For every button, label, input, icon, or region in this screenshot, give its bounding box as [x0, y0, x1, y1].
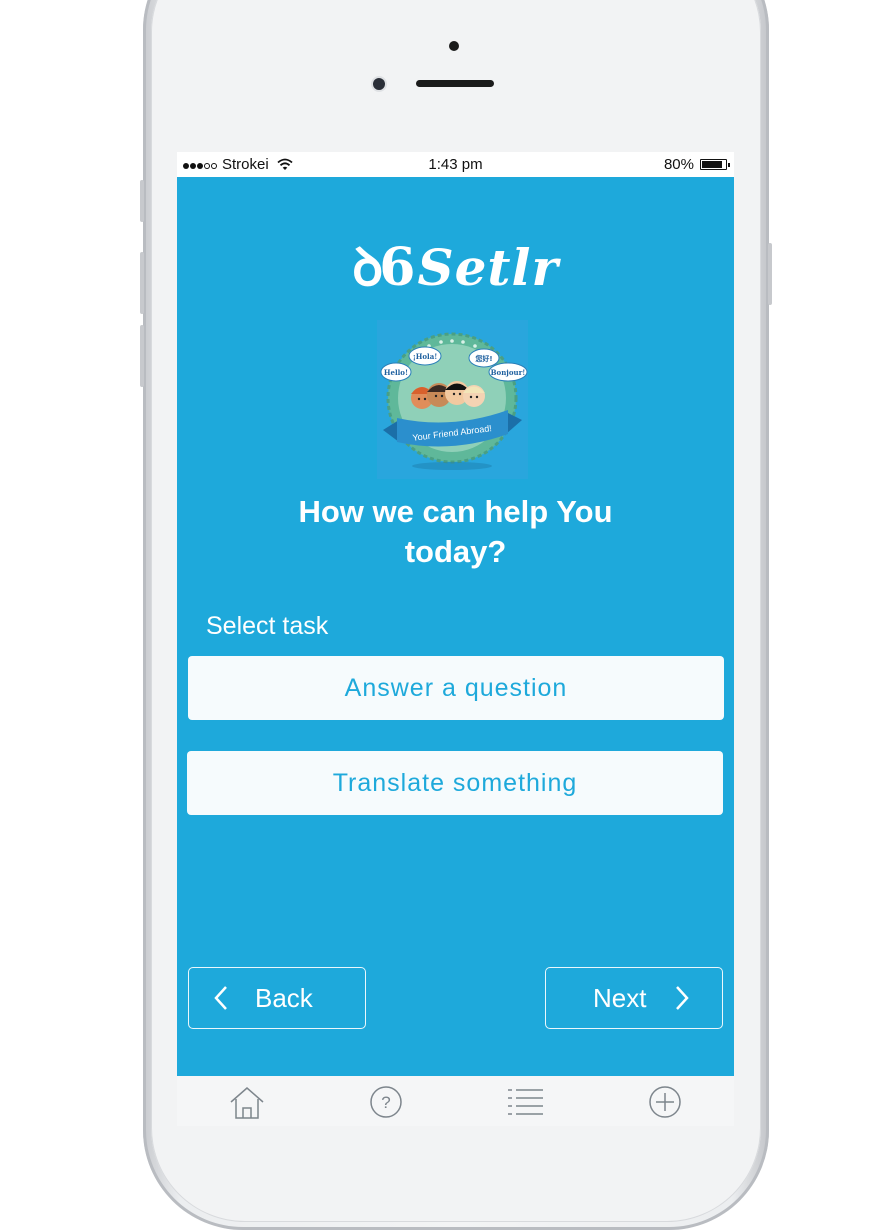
answer-question-button[interactable]: Answer a question: [188, 656, 724, 720]
next-label: Next: [593, 982, 647, 1013]
tab-list[interactable]: [506, 1084, 546, 1120]
tab-bar: ?: [177, 1076, 734, 1126]
earpiece-speaker: [416, 80, 494, 87]
chevron-left-icon: [214, 986, 227, 1010]
select-task-label: Select task: [206, 612, 329, 640]
back-button[interactable]: Back: [188, 967, 366, 1029]
app-logo: ꝺ6 Setlr: [177, 230, 734, 301]
bubble-ninhao: 您好!: [475, 354, 492, 363]
home-icon: [230, 1087, 264, 1119]
add-icon: [649, 1086, 681, 1118]
volume-down-button: [140, 325, 144, 387]
tab-home[interactable]: [227, 1084, 267, 1120]
translate-something-button[interactable]: Translate something: [187, 751, 723, 815]
tab-add[interactable]: [645, 1084, 685, 1120]
battery-group: 80%: [663, 156, 730, 173]
status-bar: Strokei 1:43 pm 80%: [177, 152, 734, 177]
battery-percent: 80%: [663, 156, 694, 173]
friend-abroad-badge: Hello! ¡Hola! 您好! Bonjour! Your Friend A…: [377, 320, 528, 479]
help-icon: ?: [370, 1086, 402, 1118]
status-time: 1:43 pm: [428, 156, 483, 173]
tab-help[interactable]: ?: [366, 1084, 406, 1120]
svg-text:?: ?: [381, 1093, 390, 1112]
app-screen: Strokei 1:43 pm 80% ꝺ6 Setlr Hello! ¡Hol…: [177, 152, 734, 1126]
bubble-bonjour: Bonjour!: [491, 368, 526, 377]
front-camera: [373, 78, 385, 90]
answer-question-label: Answer a question: [344, 673, 568, 702]
bubble-hello: Hello!: [384, 368, 408, 377]
badge-illustration: Hello! ¡Hola! 您好! Bonjour! Your Friend A…: [380, 332, 528, 470]
page-title-text: How we can help You today?: [298, 494, 613, 569]
mute-switch: [140, 180, 144, 222]
list-icon: [508, 1089, 543, 1115]
translate-something-label: Translate something: [332, 768, 578, 797]
power-button: [768, 243, 772, 305]
bubble-hola: ¡Hola!: [413, 352, 438, 361]
proximity-sensor: [449, 41, 459, 51]
logo-text: Setlr: [417, 238, 559, 297]
next-button[interactable]: Next: [545, 967, 723, 1029]
volume-up-button: [140, 252, 144, 314]
page-title: How we can help You today?: [177, 492, 734, 572]
logo-mark-icon: ꝺ6: [352, 237, 415, 298]
back-label: Back: [255, 982, 313, 1013]
chevron-right-icon: [676, 986, 690, 1010]
battery-icon: [700, 159, 730, 170]
